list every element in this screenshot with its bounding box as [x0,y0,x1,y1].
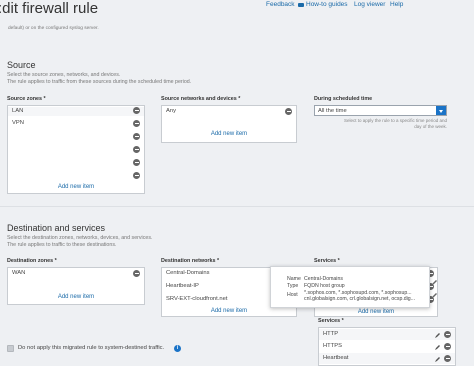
list-item: WAN [12,270,26,276]
source-zones-label: Source zones * [7,96,46,102]
services-dropdown-list: HTTP HTTPS Heartbeat [318,327,456,366]
source-networks-label: Source networks and devices * [161,96,241,102]
list-item: SRV-EXT-cloudfront.net [166,296,228,302]
destination-zones-label: Destination zones * [7,258,57,264]
source-section-title: Source [7,60,36,70]
tooltip-host-value-2: cnl.globalsign.com, crl.globalsign.net, … [304,296,416,302]
page-title: :dit firewall rule [0,0,99,17]
source-networks-list: Any Add new item [161,105,297,143]
destination-networks-label: Destination networks * [161,258,220,264]
add-source-network-button[interactable]: Add new item [162,131,296,137]
add-source-zone-button[interactable]: Add new item [8,184,144,190]
list-item: Central-Domains [166,270,210,276]
edit-icon[interactable] [435,344,441,350]
edit-icon[interactable] [432,285,438,298]
remove-icon[interactable] [444,343,451,350]
schedule-select-value: All the time [318,108,347,114]
services-dropdown-label: Services * [318,318,344,324]
list-item: VPN [12,120,24,126]
destination-desc-1: Select the destination zones, networks, … [7,235,153,241]
info-icon[interactable]: i [174,345,181,352]
edit-icon[interactable] [435,332,441,338]
log-viewer-link[interactable]: Log viewer [354,1,385,8]
source-zones-list: LAN VPN Add new item [7,105,145,194]
remove-icon[interactable] [285,108,292,115]
system-traffic-checkbox-label: Do not apply this migrated rule to syste… [18,345,165,351]
destination-zones-list: WAN Add new item [7,267,145,305]
feedback-link[interactable]: Feedback [266,1,295,8]
list-item: Any [166,108,176,114]
system-traffic-checkbox[interactable] [7,345,14,352]
remove-icon[interactable] [133,159,140,166]
edit-icon[interactable] [432,272,438,285]
tooltip-name-key: Name [287,276,301,282]
schedule-select[interactable]: All the time [314,105,447,116]
edit-icon[interactable] [435,356,441,362]
list-item: Heartbeat-IP [166,283,199,289]
add-destination-zone-button[interactable]: Add new item [8,294,144,300]
list-item[interactable]: HTTP [323,331,338,337]
syslog-note: default) or on the configured syslog ser… [8,26,99,31]
network-details-tooltip: Name Central-Domains Type FQDN host grou… [270,266,430,308]
remove-icon[interactable] [133,107,140,114]
remove-icon[interactable] [133,270,140,277]
tooltip-host-key: Host [287,292,298,298]
destination-desc-2: The rule applies to traffic to these des… [7,242,117,248]
remove-icon[interactable] [444,355,451,362]
remove-icon[interactable] [444,331,451,338]
tooltip-type-value: FQDN host group [304,283,345,289]
add-service-button[interactable]: Add new item [315,309,437,315]
destination-section-title: Destination and services [7,223,106,233]
list-item[interactable]: Heartbeat [323,355,348,361]
remove-icon[interactable] [133,133,140,140]
list-item[interactable]: HTTPS [323,343,342,349]
list-item: LAN [12,108,24,114]
source-desc-1: Select the source zones, networks, and d… [7,72,121,78]
section-divider [0,206,474,207]
howto-guides-link[interactable]: How-to guides [306,1,348,8]
tooltip-type-key: Type [287,283,299,289]
remove-icon[interactable] [133,146,140,153]
source-desc-2: The rule applies to traffic from these s… [7,79,192,85]
add-destination-network-button[interactable]: Add new item [162,308,296,314]
tooltip-name-value: Central-Domains [304,276,343,282]
help-link[interactable]: Help [390,1,403,8]
schedule-hint-2: day of the week. [414,124,447,129]
video-icon [298,3,304,7]
schedule-label: During scheduled time [314,96,373,102]
remove-icon[interactable] [133,120,140,127]
services-label: Services * [314,258,340,264]
chevron-down-icon [436,106,446,115]
remove-icon[interactable] [133,172,140,179]
